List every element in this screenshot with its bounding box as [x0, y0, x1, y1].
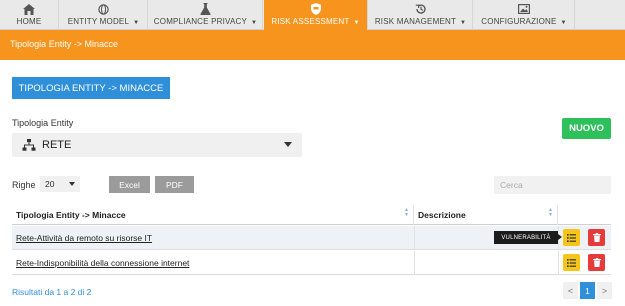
- history-icon: [415, 3, 427, 15]
- flask-icon: [200, 3, 212, 15]
- row-name-link[interactable]: Rete-Indisponibilità della connessione i…: [16, 258, 189, 268]
- rows-label: Righe: [12, 180, 36, 190]
- delete-button[interactable]: [588, 229, 605, 246]
- rows-per-page-value: 20: [45, 179, 55, 189]
- vulnerability-button[interactable]: [563, 229, 580, 246]
- caret-down-icon: ▼: [251, 20, 258, 26]
- pagination-page-1[interactable]: 1: [580, 282, 595, 299]
- vulnerability-tooltip: VULNERABILITÀ: [494, 231, 562, 244]
- tipologia-entity-select[interactable]: RETE: [12, 133, 302, 157]
- chevron-down-icon: [69, 182, 75, 186]
- tipologia-entity-label: Tipologia Entity: [12, 118, 74, 128]
- column-header-label: Tipologia Entity -> Minacce: [16, 210, 126, 220]
- nav-risk-assessment-label: RISK ASSESSMENT: [271, 17, 350, 26]
- sort-icon: ▲ ▼: [404, 207, 409, 218]
- nav-home[interactable]: HOME: [0, 0, 59, 30]
- image-icon: [518, 3, 530, 15]
- pagination-next-button[interactable]: >: [597, 282, 612, 299]
- nav-entity-model-label: ENTITY MODEL: [67, 17, 130, 26]
- rows-per-page-select[interactable]: 20: [40, 176, 80, 192]
- chevron-down-icon: [284, 142, 292, 147]
- list-icon: [567, 233, 576, 242]
- tipologia-entity-value: RETE: [42, 139, 72, 151]
- column-divider: [558, 251, 559, 275]
- globe-icon: [98, 3, 110, 15]
- nav-configurazione-label: CONFIGURAZIONE: [481, 17, 557, 26]
- caret-down-icon: ▼: [133, 20, 140, 26]
- column-header-label: Descrizione: [418, 210, 466, 220]
- nav-risk-management[interactable]: RISK MANAGEMENT ▼: [369, 0, 473, 30]
- nav-compliance-privacy[interactable]: COMPLIANCE PRIVACY ▼: [149, 0, 263, 30]
- results-summary: Risultati da 1 a 2 di 2: [12, 287, 92, 297]
- row-name-link[interactable]: Rete-Attività da remoto su risorse IT: [16, 233, 152, 243]
- column-header-actions: [558, 205, 611, 225]
- vulnerability-button[interactable]: [563, 254, 580, 271]
- breadcrumb: Tipologia Entity -> Minacce: [10, 39, 118, 49]
- table-header: Tipologia Entity -> Minacce ▲ ▼ Descrizio…: [12, 205, 611, 225]
- column-divider: [414, 226, 415, 250]
- nav-home-label: HOME: [16, 17, 42, 26]
- trash-icon: [592, 258, 601, 267]
- nav-configurazione[interactable]: CONFIGURAZIONE ▼: [474, 0, 575, 30]
- table-row: Rete-Indisponibilità della connessione i…: [12, 251, 611, 275]
- nav-risk-management-label: RISK MANAGEMENT: [374, 17, 457, 26]
- home-icon: [23, 3, 35, 15]
- delete-button[interactable]: [588, 254, 605, 271]
- pdf-export-button[interactable]: PDF: [155, 176, 194, 193]
- sort-icon: ▲ ▼: [548, 207, 553, 218]
- pagination-prev-button[interactable]: <: [563, 282, 578, 299]
- tab-tipologia-entity-minacce[interactable]: TIPOLOGIA ENTITY -> MINACCE: [12, 77, 170, 99]
- shield-icon: [310, 3, 322, 15]
- column-header-descrizione[interactable]: Descrizione ▲ ▼: [414, 205, 558, 225]
- nav-compliance-privacy-label: COMPLIANCE PRIVACY: [153, 17, 248, 26]
- trash-icon: [592, 233, 601, 242]
- network-icon: [22, 139, 36, 151]
- column-divider: [414, 251, 415, 275]
- caret-down-icon: ▼: [460, 20, 467, 26]
- excel-export-button[interactable]: Excel: [109, 176, 150, 193]
- new-button[interactable]: NUOVO: [562, 118, 611, 139]
- top-navbar: HOME ENTITY MODEL ▼ COMPLIANCE PRIVACY ▼ R…: [0, 0, 625, 30]
- search-input[interactable]: Cerca: [494, 176, 611, 194]
- caret-down-icon: ▼: [560, 20, 567, 26]
- caret-down-icon: ▼: [353, 20, 360, 26]
- column-header-tipologia[interactable]: Tipologia Entity -> Minacce ▲ ▼: [12, 205, 414, 225]
- breadcrumb-bar: Tipologia Entity -> Minacce: [0, 30, 625, 60]
- list-icon: [567, 258, 576, 267]
- nav-risk-assessment[interactable]: RISK ASSESSMENT ▼: [264, 0, 368, 30]
- nav-entity-model[interactable]: ENTITY MODEL ▼: [60, 0, 148, 30]
